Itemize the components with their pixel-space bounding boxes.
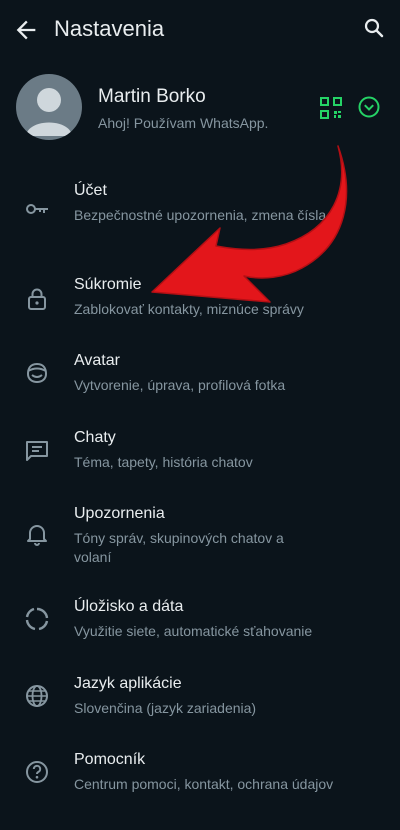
profile-name: Martin Borko [98, 86, 206, 107]
settings-item-label: Účet [74, 182, 107, 199]
bell-icon [24, 521, 50, 547]
back-arrow-icon[interactable] [12, 16, 40, 44]
settings-item-subtitle: Centrum pomoci, kontakt, ochrana údajov [74, 776, 334, 792]
avatar-face-icon [24, 360, 50, 386]
globe-icon [24, 683, 50, 709]
settings-item-subtitle: Zablokovať kontakty, miznúce správy [74, 301, 304, 317]
chat-icon [24, 437, 50, 463]
settings-item-label: Avatar [74, 352, 120, 369]
settings-item-label: Pomocník [74, 751, 146, 768]
top-app-bar: Nastavenia [0, 0, 400, 60]
settings-item-label: Jazyk aplikácie [74, 675, 182, 692]
settings-item-subtitle: Vytvorenie, úprava, profilová fotka [74, 377, 286, 393]
storage-icon [24, 606, 50, 632]
settings-item-subtitle: Slovenčina (jazyk zariadenia) [74, 700, 257, 716]
settings-item-label: Upozornenia [74, 505, 165, 522]
settings-item-subtitle: Téma, tapety, história chatov [74, 454, 253, 470]
settings-item-label: Úložisko a dáta [74, 598, 184, 615]
lock-icon [24, 286, 50, 312]
chevron-down-circle-icon[interactable] [358, 96, 380, 118]
qr-code-icon[interactable] [320, 97, 342, 119]
search-icon[interactable] [362, 16, 386, 40]
settings-item-subtitle: Bezpečnostné upozornenia, zmena čísla [74, 207, 327, 223]
page-title: Nastavenia [54, 16, 165, 41]
settings-item-label: Chaty [74, 429, 116, 446]
key-icon [24, 196, 50, 222]
settings-item-subtitle: Tóny správ, skupinových chatov a volaní [74, 530, 284, 565]
avatar[interactable] [16, 74, 82, 140]
settings-item-label: Súkromie [74, 276, 142, 293]
help-icon [24, 759, 50, 785]
profile-status: Ahoj! Používam WhatsApp. [98, 115, 269, 131]
settings-item-subtitle: Využitie siete, automatické sťahovanie [74, 623, 313, 639]
profile-section[interactable]: Martin Borko Ahoj! Používam WhatsApp. [0, 66, 400, 156]
